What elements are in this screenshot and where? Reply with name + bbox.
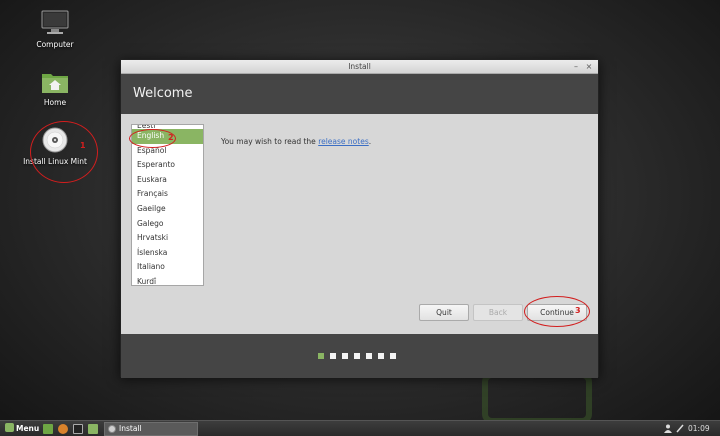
window-title: Install [348, 62, 371, 71]
annotation-circle-install-icon [30, 121, 98, 183]
language-list[interactable]: EestiEnglishEspañolEsperantoEuskaraFranç… [131, 124, 204, 286]
annotation-number: 1 [80, 141, 86, 150]
mint-menu-icon [5, 423, 14, 432]
quit-button[interactable]: Quit [419, 304, 469, 321]
taskbar: Menu Install 01:09 [0, 420, 720, 436]
language-item[interactable]: Hrvatski [132, 231, 203, 246]
language-item[interactable]: Euskara [132, 173, 203, 188]
taskbar-item-install[interactable]: Install [104, 422, 198, 436]
step-dot [390, 353, 396, 359]
release-notes-suffix: . [368, 137, 372, 146]
step-dot [354, 353, 360, 359]
language-item[interactable]: Galego [132, 217, 203, 232]
firefox-icon[interactable] [58, 424, 68, 434]
home-folder-icon [42, 74, 68, 93]
step-dot [318, 353, 324, 359]
mint-logo-watermark [482, 372, 592, 424]
release-notes-prefix: You may wish to read the [221, 137, 319, 146]
progress-footer [121, 334, 598, 378]
step-dot [378, 353, 384, 359]
disc-icon [108, 425, 116, 433]
step-dot [330, 353, 336, 359]
language-item[interactable]: Kurdî [132, 275, 203, 285]
installer-window: Install – × Welcome EestiEnglishEspañolE… [120, 59, 599, 378]
step-indicator [318, 352, 402, 361]
back-button[interactable]: Back [473, 304, 523, 321]
network-icon[interactable] [676, 424, 684, 436]
computer-icon [41, 10, 69, 34]
window-titlebar[interactable]: Install – × [121, 60, 598, 74]
menu-label: Menu [16, 424, 40, 433]
step-dot [342, 353, 348, 359]
minimize-icon[interactable]: – [570, 61, 582, 73]
language-item[interactable]: Íslenska [132, 246, 203, 261]
step-dot [366, 353, 372, 359]
show-desktop-icon[interactable] [43, 424, 53, 434]
annotation-number: 3 [575, 306, 581, 315]
terminal-icon[interactable] [73, 424, 83, 434]
language-item[interactable]: Esperanto [132, 158, 203, 173]
clock[interactable]: 01:09 [688, 424, 710, 434]
language-item[interactable]: Italiano [132, 260, 203, 275]
user-icon[interactable] [664, 424, 672, 436]
desktop-icon-label: Computer [36, 40, 74, 49]
desktop-icon-computer[interactable]: Computer [15, 10, 95, 49]
welcome-content: EestiEnglishEspañolEsperantoEuskaraFranç… [121, 114, 598, 334]
language-item[interactable]: Français [132, 187, 203, 202]
welcome-header: Welcome [121, 74, 598, 114]
desktop-icon-label: Home [43, 98, 67, 107]
release-notes-link[interactable]: release notes [318, 137, 369, 146]
release-notes-text: You may wish to read the release notes. [221, 137, 371, 146]
page-title: Welcome [133, 86, 193, 101]
taskbar-item-label: Install [119, 424, 142, 433]
menu-button[interactable]: Menu [2, 423, 42, 435]
desktop-icon-home[interactable]: Home [15, 70, 95, 107]
files-icon[interactable] [88, 424, 98, 434]
language-item[interactable]: Gaeilge [132, 202, 203, 217]
annotation-number: 2 [168, 133, 174, 142]
close-icon[interactable]: × [583, 61, 595, 73]
